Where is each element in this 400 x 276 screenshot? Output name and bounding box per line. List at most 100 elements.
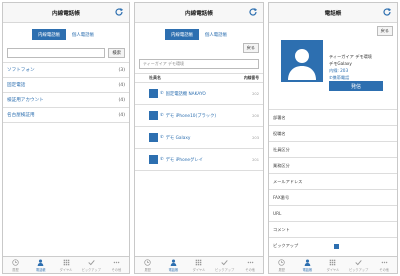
field-row: 役職名 <box>269 126 397 142</box>
field-label: FAX番号 <box>273 194 290 200</box>
tab-phonebook[interactable]: 電話帳 <box>295 257 321 273</box>
tab-dial[interactable]: ダイヤル <box>53 257 78 273</box>
detail-fields: 部署名 役職名 社員区分 業務区分 メールアドレス FAX番号 URL コメント… <box>269 109 397 254</box>
refresh-icon[interactable] <box>114 7 124 17</box>
group-item[interactable]: 名古屋検証用 (4) <box>3 108 129 123</box>
tab-more[interactable]: その他 <box>237 257 263 273</box>
tab-pickup[interactable]: ピックアップ <box>346 257 372 273</box>
search-input[interactable]: ティーガイア デモ環境 <box>139 59 259 69</box>
tab-internal-phonebook[interactable]: 内線電話帳 <box>32 29 66 40</box>
field-label: 部署名 <box>273 114 286 120</box>
bottom-tabbar: 履歴 電話帳 ダイヤル ピックアップ その他 <box>3 256 129 273</box>
avatar <box>281 40 323 82</box>
clock-icon <box>278 258 285 266</box>
tab-dial[interactable]: ダイヤル <box>320 257 346 273</box>
clock-icon <box>12 258 19 266</box>
header: 内線電話帳 <box>3 3 129 23</box>
group-label: ソフトフォン <box>7 68 35 73</box>
tab-internal-phonebook[interactable]: 内線電話帳 <box>165 29 199 40</box>
tab-label: 履歴 <box>12 267 19 272</box>
person-silhouette-icon <box>288 49 316 80</box>
tab-label: 電話帳 <box>302 267 313 272</box>
group-label: 名古屋検証用 <box>7 113 35 118</box>
avatar <box>149 133 158 142</box>
field-label: コメント <box>273 226 290 232</box>
tab-more[interactable]: その他 <box>104 257 129 273</box>
group-item[interactable]: 検証用アカウント (4) <box>3 93 129 108</box>
field-row: ピックアップ <box>269 238 397 254</box>
keypad-icon <box>196 259 202 265</box>
person-icon <box>170 259 177 266</box>
phone-icon: ✆ <box>160 113 164 118</box>
tab-label: ピックアップ <box>81 267 101 272</box>
tab-label: ピックアップ <box>215 267 235 272</box>
more-icon <box>247 261 253 263</box>
group-item[interactable]: 固定電話 (4) <box>3 78 129 93</box>
tab-label: ダイヤル <box>59 267 73 272</box>
call-button[interactable]: 発信 <box>329 81 383 91</box>
field-label: URL <box>273 211 282 216</box>
field-label: 役職名 <box>273 130 286 136</box>
contact-number: 200 <box>252 113 259 118</box>
contact-phone-label: 携帯電話 <box>332 75 350 80</box>
search-input[interactable] <box>7 48 106 58</box>
bottom-tabbar: 履歴 電話帳 ダイヤル ピックアップ その他 <box>135 256 263 273</box>
group-label: 固定電話 <box>7 83 26 88</box>
avatar <box>149 111 158 120</box>
header: 電話帳 <box>269 3 397 23</box>
contact-name: デモ iPhone10(ブラック) <box>165 113 217 119</box>
tab-label: 履歴 <box>144 267 151 272</box>
group-count: (4) <box>118 82 125 88</box>
tab-more[interactable]: その他 <box>371 257 397 273</box>
back-button[interactable]: 戻る <box>376 26 393 36</box>
tab-personal-phonebook[interactable]: 個人電話帳 <box>66 29 100 40</box>
screen-phonebook-groups: 内線電話帳 内線電話帳 個人電話帳 検索 ソフトフォン (3) 固定電話 (4) 検… <box>2 2 130 274</box>
tab-label: その他 <box>379 267 389 272</box>
table-row[interactable]: ✆ デモ iPhoneグレイ 201 <box>135 149 263 171</box>
contact-name: 固定電話機 NAKAYO <box>165 91 206 97</box>
refresh-icon[interactable] <box>382 7 392 17</box>
tab-label: ピックアップ <box>349 267 369 272</box>
tab-phonebook[interactable]: 電話帳 <box>161 257 187 273</box>
tab-history[interactable]: 履歴 <box>135 257 161 273</box>
tab-label: 電話帳 <box>36 267 46 272</box>
phone-icon: ✆ <box>160 157 164 162</box>
screen-contact-detail: 電話帳 戻る ティーガイア デモ環境 デモGalaxy 内線: 203 ✆携帯電… <box>268 2 398 274</box>
page-title: 電話帳 <box>324 10 342 17</box>
tab-personal-phonebook[interactable]: 個人電話帳 <box>199 29 233 40</box>
group-list: ソフトフォン (3) 固定電話 (4) 検証用アカウント (4) 名古屋検証用 (4) <box>3 62 129 123</box>
refresh-icon[interactable] <box>248 7 258 17</box>
tab-history[interactable]: 履歴 <box>269 257 295 273</box>
contact-org: ティーガイア デモ環境 <box>329 54 372 59</box>
avatar <box>149 89 158 98</box>
avatar <box>149 155 158 164</box>
phonebook-switch: 内線電話帳 個人電話帳 <box>135 29 263 40</box>
tab-phonebook[interactable]: 電話帳 <box>28 257 53 273</box>
contact-name: デモ Galaxy <box>165 135 191 141</box>
tab-history[interactable]: 履歴 <box>3 257 28 273</box>
tab-pickup[interactable]: ピックアップ <box>212 257 238 273</box>
keypad-icon <box>330 259 336 265</box>
group-count: (3) <box>118 67 125 73</box>
check-icon <box>355 259 362 265</box>
contact-number: 203 <box>252 135 259 140</box>
table-row[interactable]: ✆ デモ iPhone10(ブラック) 200 <box>135 105 263 127</box>
table-row[interactable]: ✆ デモ Galaxy 203 <box>135 127 263 149</box>
clock-icon <box>144 258 151 266</box>
table-row[interactable]: ✆ 固定電話機 NAKAYO 202 <box>135 83 263 105</box>
check-icon <box>221 259 228 265</box>
header: 内線電話帳 <box>135 3 263 23</box>
field-label: 業務区分 <box>273 162 290 168</box>
contact-name: デモ iPhoneグレイ <box>165 157 203 163</box>
tab-pickup[interactable]: ピックアップ <box>79 257 104 273</box>
group-count: (4) <box>118 112 125 118</box>
tab-dial[interactable]: ダイヤル <box>186 257 212 273</box>
back-button[interactable]: 戻る <box>242 43 259 53</box>
contact-table: 社員名 内線番号 ✆ 固定電話機 NAKAYO 202 ✆ デモ iPhone10(… <box>135 73 263 171</box>
tab-label: 履歴 <box>278 267 285 272</box>
pickup-checkbox[interactable] <box>334 243 340 249</box>
group-item[interactable]: ソフトフォン (3) <box>3 63 129 78</box>
person-icon <box>304 259 311 266</box>
group-label: 検証用アカウント <box>7 98 44 103</box>
search-button[interactable]: 検索 <box>108 48 125 58</box>
